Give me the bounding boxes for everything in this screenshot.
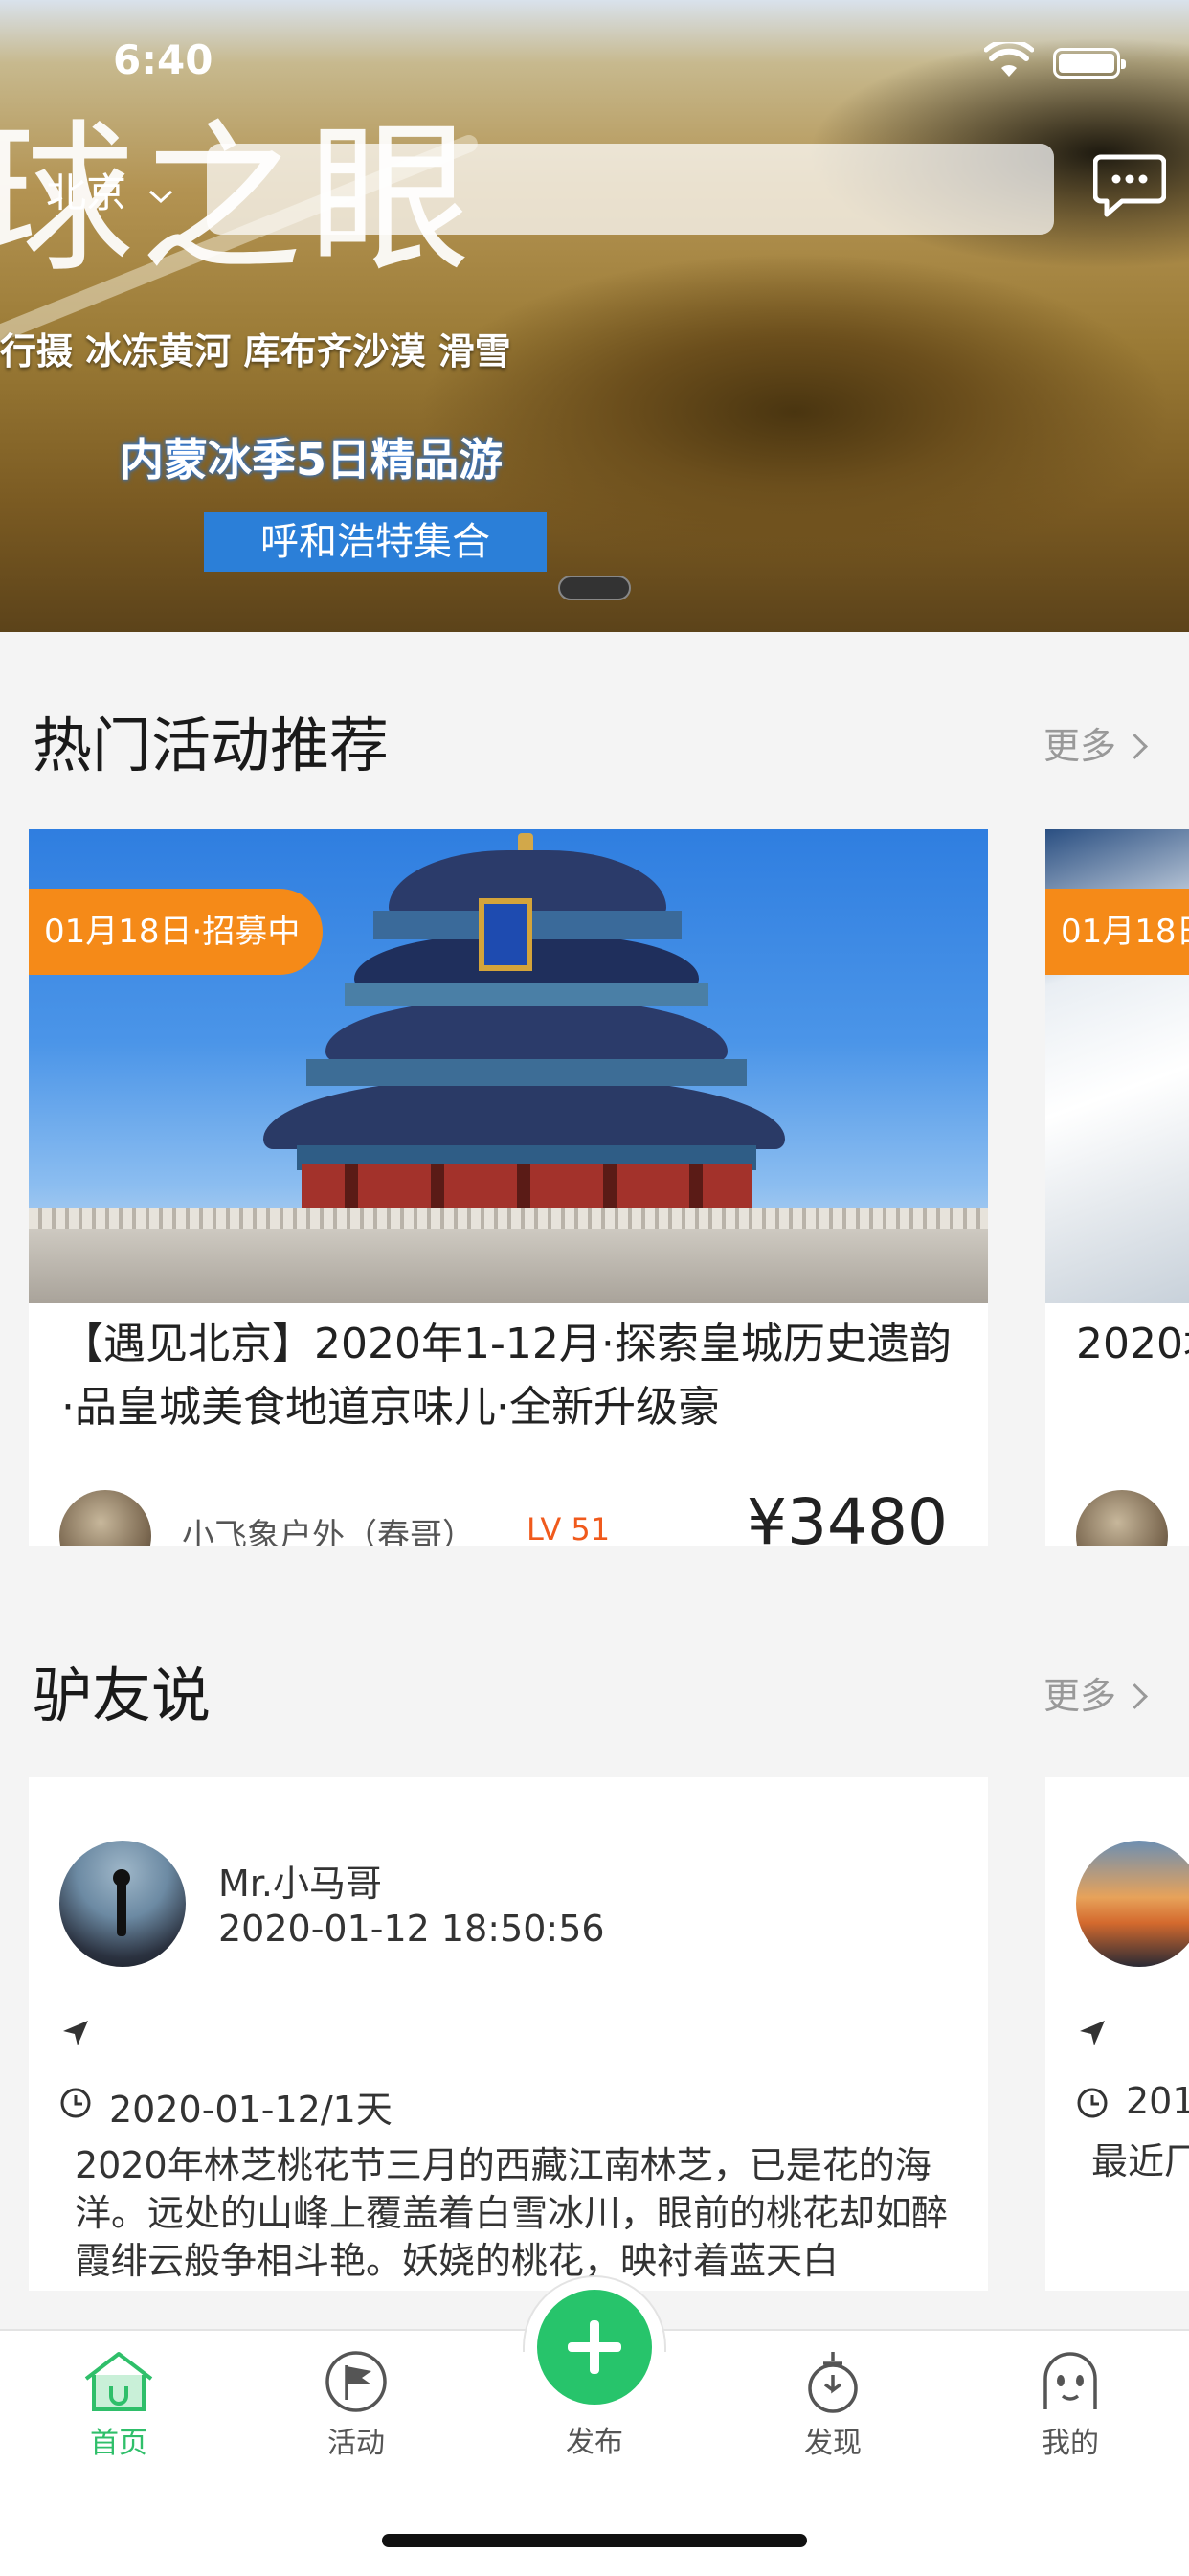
banner-promo-title: 内蒙冰季5日精品游 (120, 434, 504, 486)
publish-button[interactable] (537, 2290, 652, 2405)
activity-title: 2020坝.冰 (1076, 1320, 1189, 1368)
carousel-indicator[interactable] (558, 576, 631, 600)
search-input[interactable] (207, 144, 1054, 235)
section-title-friends-say: 驴友说 (33, 1661, 212, 1730)
tab-home[interactable]: 首页 (23, 2350, 214, 2461)
tab-label: 首页 (90, 2427, 147, 2460)
location-arrow-icon (1080, 2021, 1105, 2045)
discover-icon (808, 2352, 858, 2413)
post-content: 2020年林芝桃花节三月的西藏江南林芝，已是花的海洋。远处的山峰上覆盖着白雪冰川… (75, 2144, 949, 2282)
author-avatar (1076, 1490, 1168, 1546)
post-trip-date: 2019 (1126, 2080, 1189, 2122)
date-status-tag: 01月18日 (1045, 889, 1189, 975)
tab-profile[interactable]: 我的 (975, 2350, 1166, 2461)
city-label: 北京 (46, 169, 127, 216)
tab-label-publish: 发布 (566, 2426, 623, 2459)
status-time: 6:40 (113, 36, 213, 83)
more-link-activities[interactable]: 更多 (1043, 716, 1148, 769)
user-avatar (59, 1841, 186, 1967)
banner-carousel[interactable]: 球之眼 行摄 冰冻黄河 库布齐沙漠 滑雪 内蒙冰季5日精品游 呼和浩特集合 (0, 0, 1189, 632)
tab-activity[interactable]: 活动 (260, 2350, 452, 2461)
post-card[interactable]: 2019 最近厂 (1045, 1777, 1189, 2291)
home-icon (84, 2352, 153, 2411)
location-arrow-icon (63, 2021, 88, 2045)
more-link-posts[interactable]: 更多 (1043, 1666, 1148, 1719)
profile-face-icon (1043, 2352, 1097, 2409)
activity-flag-icon (325, 2351, 387, 2412)
author-name: 小飞象户外（春哥） (182, 1517, 475, 1546)
author-level: LV 51 (527, 1511, 611, 1546)
activity-image-temple: 01月18日·招募中 (29, 829, 988, 1303)
message-icon[interactable] (1093, 151, 1166, 218)
user-avatar (1076, 1841, 1189, 1967)
author-avatar (59, 1490, 151, 1546)
city-selector[interactable]: 北京 (46, 161, 175, 219)
date-status-tag: 01月18日·招募中 (29, 889, 324, 975)
post-username: Mr.小马哥 (218, 1863, 383, 1905)
tab-label: 活动 (327, 2427, 385, 2460)
post-timestamp: 2020-01-12 18:50:56 (218, 1908, 605, 1950)
more-label: 更多 (1043, 1675, 1117, 1717)
activity-card[interactable]: 01月18日·招募中 【遇见北京】2020年1-12月·探索皇城历史遗韵·品皇城… (29, 829, 988, 1546)
tab-label: 发现 (804, 2427, 862, 2460)
post-trip-date: 2020-01-12/1天 (109, 2089, 393, 2131)
chevron-right-icon (1122, 734, 1148, 759)
home-indicator[interactable] (382, 2534, 807, 2547)
battery-icon (1053, 48, 1126, 79)
tab-discover[interactable]: 发现 (737, 2350, 929, 2461)
section-title-hot-activities: 热门活动推荐 (33, 711, 390, 780)
clock-icon (1077, 2088, 1108, 2118)
banner-tags: 行摄 冰冻黄河 库布齐沙漠 滑雪 (0, 330, 511, 373)
clock-icon (60, 2088, 91, 2118)
chevron-right-icon (1122, 1683, 1148, 1709)
more-label: 更多 (1043, 725, 1117, 767)
activity-title: 【遇见北京】2020年1-12月·探索皇城历史遗韵·品皇城美食地道京味儿·全新升… (61, 1320, 952, 1432)
post-content: 最近厂 (1091, 2140, 1189, 2182)
chevron-down-icon (149, 190, 173, 203)
wifi-icon (984, 42, 1034, 77)
banner-promo-sub: 呼和浩特集合 (204, 512, 547, 572)
tab-label: 我的 (1042, 2427, 1099, 2460)
post-card[interactable]: Mr.小马哥 2020-01-12 18:50:56 2020-01-12/1天… (29, 1777, 988, 2291)
activity-price: ¥3480 (747, 1485, 948, 1546)
activity-card[interactable]: 01月18日 2020坝.冰 (1045, 829, 1189, 1546)
activity-image-snow: 01月18日 (1045, 829, 1189, 1303)
